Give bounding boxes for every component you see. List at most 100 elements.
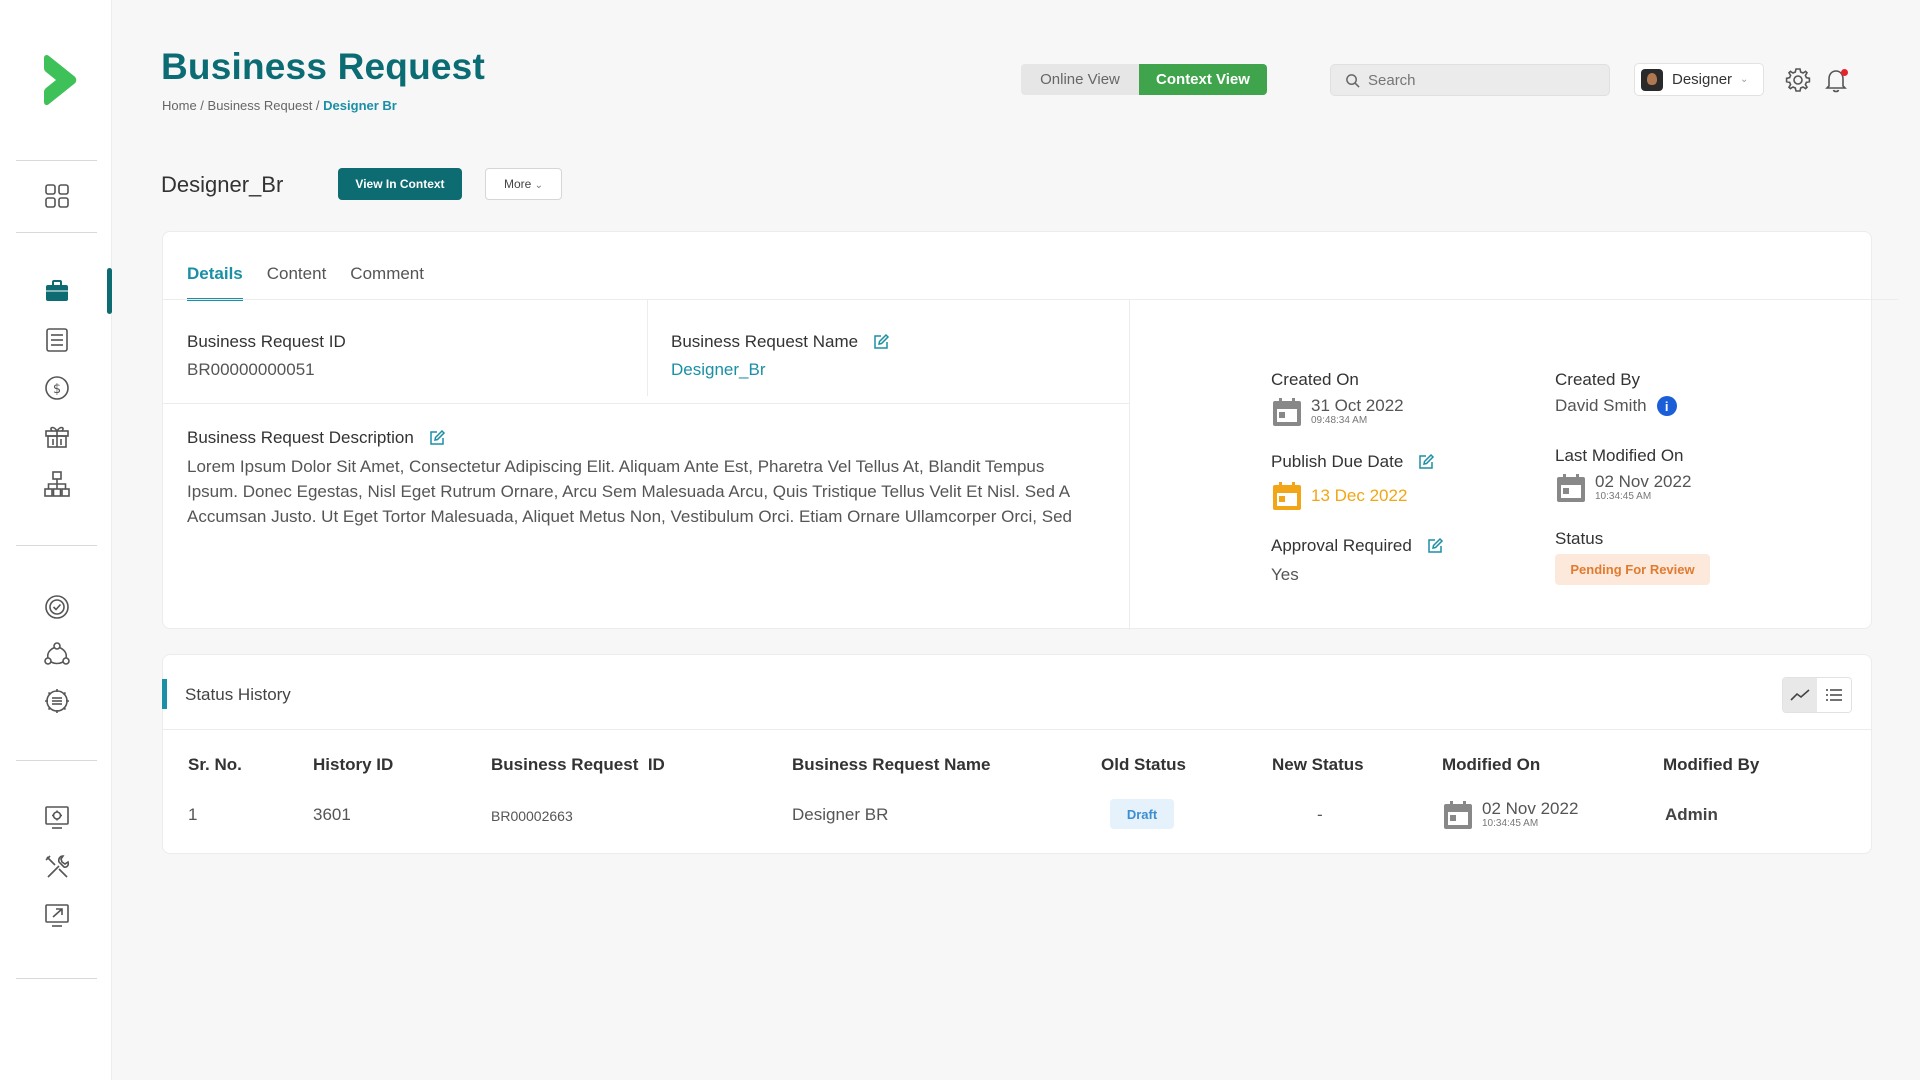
view-toggle: Online View Context View — [1021, 64, 1267, 95]
breadcrumb-current: Designer Br — [323, 98, 397, 113]
document-icon[interactable] — [42, 325, 72, 355]
search-icon — [1346, 73, 1360, 88]
page-title: Business Request — [161, 46, 485, 87]
svg-text:$: $ — [53, 382, 61, 397]
dashboard-icon[interactable] — [42, 181, 72, 211]
publish-due-date: 13 Dec 2022 — [1311, 486, 1408, 505]
sidebar-divider — [16, 160, 97, 161]
details-card: Details Content Comment Business Request… — [162, 231, 1898, 630]
br-id-value: BR00000000051 — [187, 360, 315, 379]
cell-modified-by: Admin — [1665, 805, 1718, 824]
context-view-button[interactable]: Context View — [1139, 64, 1267, 95]
status-badge: Pending For Review — [1555, 554, 1710, 585]
notification-dot — [1841, 69, 1848, 76]
cell-modified-on: 02 Nov 2022 10:34:45 AM — [1442, 799, 1578, 831]
br-name-label: Business Request Name — [671, 332, 859, 351]
share-icon[interactable] — [42, 639, 72, 669]
edit-icon[interactable] — [1426, 537, 1444, 555]
search-box — [1330, 64, 1610, 96]
dollar-icon[interactable]: $ — [42, 373, 72, 403]
cell-divider — [647, 300, 648, 396]
edit-icon[interactable] — [1417, 453, 1435, 471]
status-label: Status — [1555, 529, 1604, 548]
tab-details[interactable]: Details — [187, 264, 243, 301]
publish-due-label-row: Publish Due Date — [1271, 452, 1435, 472]
more-label: More — [503, 177, 532, 191]
br-name-label-row: Business Request Name — [671, 332, 890, 352]
logo-icon[interactable] — [40, 54, 78, 106]
breadcrumb: Home / Business Request / Designer Br — [162, 98, 397, 113]
col-header-new-status: New Status — [1272, 755, 1364, 774]
created-by-label: Created By — [1555, 370, 1641, 389]
tab-content[interactable]: Content — [267, 264, 327, 301]
active-indicator — [107, 268, 112, 314]
calendar-icon — [1444, 801, 1472, 829]
list-icon[interactable] — [1817, 678, 1851, 712]
avatar — [1641, 68, 1663, 91]
external-link-icon[interactable] — [42, 900, 72, 930]
last-modified-value: 02 Nov 2022 10:34:45 AM — [1555, 472, 1691, 504]
approval-label: Approval Required — [1271, 536, 1412, 555]
record-name: Designer_Br — [161, 172, 284, 197]
monitor-settings-icon[interactable] — [42, 803, 72, 833]
sidebar: $ — [0, 0, 112, 1080]
cell-new-status: - — [1317, 805, 1323, 824]
last-modified-date: 02 Nov 2022 — [1595, 472, 1692, 491]
publish-due-label: Publish Due Date — [1271, 452, 1404, 471]
edit-icon[interactable] — [872, 333, 890, 351]
created-on-date: 31 Oct 2022 — [1311, 396, 1404, 415]
tab-comment[interactable]: Comment — [350, 264, 424, 301]
view-in-context-button[interactable]: View In Context — [338, 168, 462, 200]
br-desc-value: Lorem Ipsum Dolor Sit Amet, Consectetur … — [187, 457, 1072, 526]
tab-bar: Details Content Comment — [187, 264, 424, 301]
search-input[interactable] — [1368, 71, 1588, 89]
modified-on-time: 10:34:45 AM — [1482, 818, 1539, 829]
br-desc-label: Business Request Description — [187, 428, 414, 447]
cell-divider — [1129, 300, 1130, 630]
online-view-button[interactable]: Online View — [1021, 64, 1139, 95]
user-dropdown[interactable]: Designer ⌄ — [1634, 63, 1764, 96]
more-button[interactable]: More ⌄ — [485, 168, 562, 200]
history-divider — [163, 729, 1871, 730]
breadcrumb-home[interactable]: Home / — [162, 98, 204, 113]
tab-divider — [163, 299, 1898, 300]
created-on-label: Created On — [1271, 370, 1359, 389]
br-desc-label-row: Business Request Description — [187, 428, 446, 448]
modified-on-date: 02 Nov 2022 — [1482, 799, 1579, 818]
col-header-sr: Sr. No. — [188, 755, 242, 774]
br-id-label: Business Request ID — [187, 332, 346, 351]
cell-br-name[interactable]: Designer BR — [792, 805, 888, 825]
sidebar-divider — [16, 545, 97, 546]
hierarchy-icon[interactable] — [42, 469, 72, 499]
sidebar-divider — [16, 760, 97, 761]
approval-value: Yes — [1271, 565, 1299, 584]
breadcrumb-section[interactable]: Business Request / — [208, 98, 320, 113]
gift-icon[interactable] — [42, 421, 72, 451]
sidebar-divider — [16, 232, 97, 233]
settings-chip-icon[interactable] — [42, 686, 72, 716]
chevron-down-icon: ⌄ — [534, 180, 544, 191]
chart-line-icon[interactable] — [1783, 678, 1817, 712]
gear-icon[interactable] — [1784, 66, 1812, 94]
section-accent — [162, 679, 167, 709]
created-on-value: 31 Oct 2022 09:48:34 AM — [1271, 396, 1404, 428]
calendar-icon — [1273, 398, 1301, 426]
created-by-value-row: David Smith i — [1555, 396, 1677, 416]
calendar-icon — [1557, 474, 1585, 502]
info-icon[interactable]: i — [1656, 396, 1677, 416]
cell-divider — [163, 403, 1129, 404]
calendar-icon — [1273, 482, 1301, 510]
user-name: Designer — [1672, 71, 1733, 88]
col-header-br-id: Business Request ID — [491, 755, 665, 774]
check-circle-icon[interactable] — [42, 592, 72, 622]
cell-history-id: 3601 — [313, 805, 351, 824]
last-modified-time: 10:34:45 AM — [1595, 491, 1652, 502]
approval-label-row: Approval Required — [1271, 536, 1444, 556]
col-header-br-name: Business Request Name — [792, 755, 991, 774]
status-history-title: Status History — [185, 685, 291, 704]
history-view-toggle — [1782, 677, 1852, 713]
tools-icon[interactable] — [42, 852, 72, 882]
briefcase-icon[interactable] — [42, 276, 72, 306]
edit-icon[interactable] — [428, 429, 446, 447]
br-name-value[interactable]: Designer_Br — [671, 360, 766, 380]
